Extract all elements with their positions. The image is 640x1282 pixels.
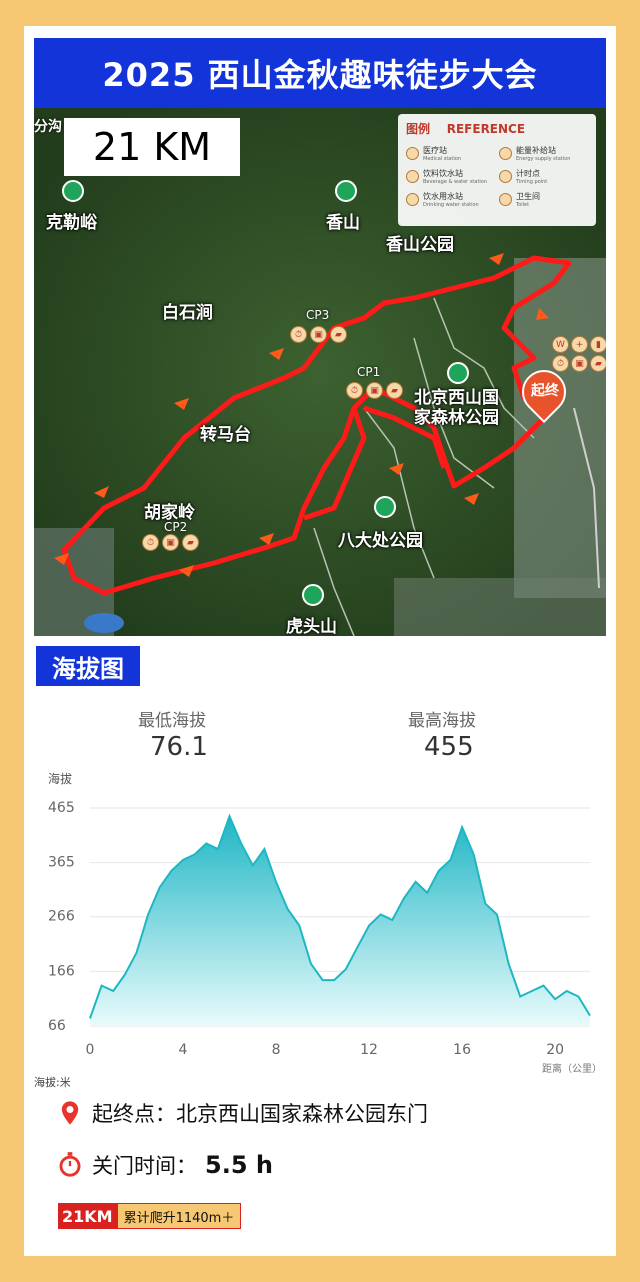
beverage-icon — [406, 170, 419, 183]
legend-item-toilet: 卫生间 Toilet — [499, 191, 588, 208]
medical-icon: + — [571, 336, 588, 353]
place-pin-icon[interactable] — [335, 180, 357, 202]
distance-badge: 21 KM — [64, 118, 240, 176]
water-icon: ▮ — [590, 336, 606, 353]
place-kelegu[interactable]: 克勒峪 — [46, 208, 97, 233]
legend-item-water: 饮水用水站 Drinking water station — [406, 191, 495, 208]
place-hutoushan[interactable]: 虎头山 — [286, 612, 337, 636]
legend-item-medical: 医疗站 Medical station — [406, 145, 495, 162]
min-elevation-value: 76.1 — [150, 732, 208, 762]
toilet-icon: W — [552, 336, 569, 353]
beverage-icon: ▣ — [162, 534, 179, 551]
place-badachu[interactable]: 八大处公园 — [338, 526, 423, 551]
location-pin-icon — [61, 1101, 79, 1125]
max-elevation-label: 最高海拔 — [408, 711, 476, 731]
place-xiangshan[interactable]: 香山 — [326, 208, 360, 233]
beverage-icon: ▣ — [310, 326, 327, 343]
legend-item-timing: 计时点 Timing point — [499, 168, 588, 185]
x-tick-label: 4 — [179, 1042, 188, 1058]
start-end-label: 起终 — [531, 383, 559, 399]
distance-tag: 21KM — [58, 1203, 117, 1229]
beverage-icon: ▣ — [571, 355, 588, 372]
summary-tags: 21KM 累计爬升1140m＋ — [58, 1203, 242, 1229]
x-tick-label: 16 — [453, 1042, 471, 1058]
place-pin-icon[interactable] — [447, 362, 469, 384]
place-xiangshan-park[interactable]: 香山公园 — [386, 230, 454, 255]
start-station-icons: W + ▮ ⏱ ▣ ▰ — [552, 336, 606, 372]
energy-icon: ▰ — [182, 534, 199, 551]
place-pin-icon[interactable] — [374, 496, 396, 518]
energy-icon: ▰ — [386, 382, 403, 399]
legend-title: 图例 REFERENCE — [406, 122, 526, 136]
y-tick-label: 465 — [48, 800, 75, 816]
legend-item-beverage: 饮料饮水站 Beverage & water station — [406, 168, 495, 185]
x-tick-label: 12 — [360, 1042, 378, 1058]
timer-icon: ⏱ — [552, 355, 569, 372]
timer-icon — [499, 170, 512, 183]
elevation-area — [90, 816, 590, 1026]
min-elevation-label: 最低海拔 — [138, 711, 206, 731]
legend-item-energy: 能量补给站 Energy supply station — [499, 145, 588, 162]
start-end-text: 起终点：北京西山国家森林公园东门 — [92, 1102, 428, 1126]
x-axis-label: 距离（公里） — [542, 1062, 602, 1075]
medical-icon — [406, 147, 419, 160]
page-title: 2025 西山金秋趣味徒步大会 — [34, 38, 606, 108]
place-pin-icon[interactable] — [302, 584, 324, 606]
checkpoint-cp3[interactable]: CP3 — [306, 308, 329, 322]
cutoff-info: 关门时间： 5.5 h — [56, 1150, 273, 1180]
checkpoint-cp3-icons: ⏱ ▣ ▰ — [290, 326, 347, 343]
checkpoint-cp2-icons: ⏱ ▣ ▰ — [142, 534, 199, 551]
y-tick-label: 365 — [48, 855, 75, 871]
stopwatch-icon — [59, 1152, 81, 1177]
timer-icon: ⏱ — [290, 326, 307, 343]
y-tick-label: 66 — [48, 1018, 66, 1034]
climb-tag: 累计爬升1140m＋ — [116, 1203, 242, 1229]
energy-icon: ▰ — [590, 355, 606, 372]
x-tick-label: 0 — [86, 1042, 95, 1058]
max-elevation-value: 455 — [424, 732, 474, 762]
place-xishan-forest-park[interactable]: 北京西山国 家森林公园 — [414, 388, 499, 428]
beverage-icon: ▣ — [366, 382, 383, 399]
x-tick-label: 8 — [272, 1042, 281, 1058]
timer-icon: ⏱ — [142, 534, 159, 551]
place-baishijian[interactable]: 白石涧 — [162, 298, 213, 323]
cutoff-label: 关门时间： — [92, 1154, 197, 1178]
elevation-chart[interactable]: 66 166 266 365 465 0 4 8 12 16 20 距离（公里） — [34, 790, 606, 1080]
elevation-section-title: 海拔图 — [36, 646, 140, 686]
checkpoint-cp1-icons: ⏱ ▣ ▰ — [346, 382, 403, 399]
route-map[interactable]: 分沟 21 KM 图例 REFERENCE 医疗站 Medical station… — [34, 108, 606, 636]
place-pin-icon[interactable] — [62, 180, 84, 202]
y-tick-label: 266 — [48, 909, 75, 925]
elevation-unit-note: 海拔:米 — [34, 1076, 71, 1089]
timer-icon: ⏱ — [346, 382, 363, 399]
checkpoint-cp2[interactable]: CP2 — [164, 520, 187, 534]
water-icon — [406, 193, 419, 206]
toilet-icon — [499, 193, 512, 206]
start-end-info: 起终点：北京西山国家森林公园东门 — [56, 1098, 428, 1128]
cutoff-value: 5.5 h — [205, 1151, 273, 1179]
corner-place-label: 分沟 — [34, 119, 62, 135]
place-zhuanmatai[interactable]: 转马台 — [200, 420, 251, 445]
map-legend: 图例 REFERENCE 医疗站 Medical station 能量补给站 Ene… — [398, 114, 596, 226]
elevation-axis-title: 海拔 — [48, 772, 73, 786]
x-tick-label: 20 — [546, 1042, 564, 1058]
checkpoint-cp1[interactable]: CP1 — [357, 365, 380, 379]
energy-icon — [499, 147, 512, 160]
energy-icon: ▰ — [330, 326, 347, 343]
y-tick-label: 166 — [48, 963, 75, 979]
